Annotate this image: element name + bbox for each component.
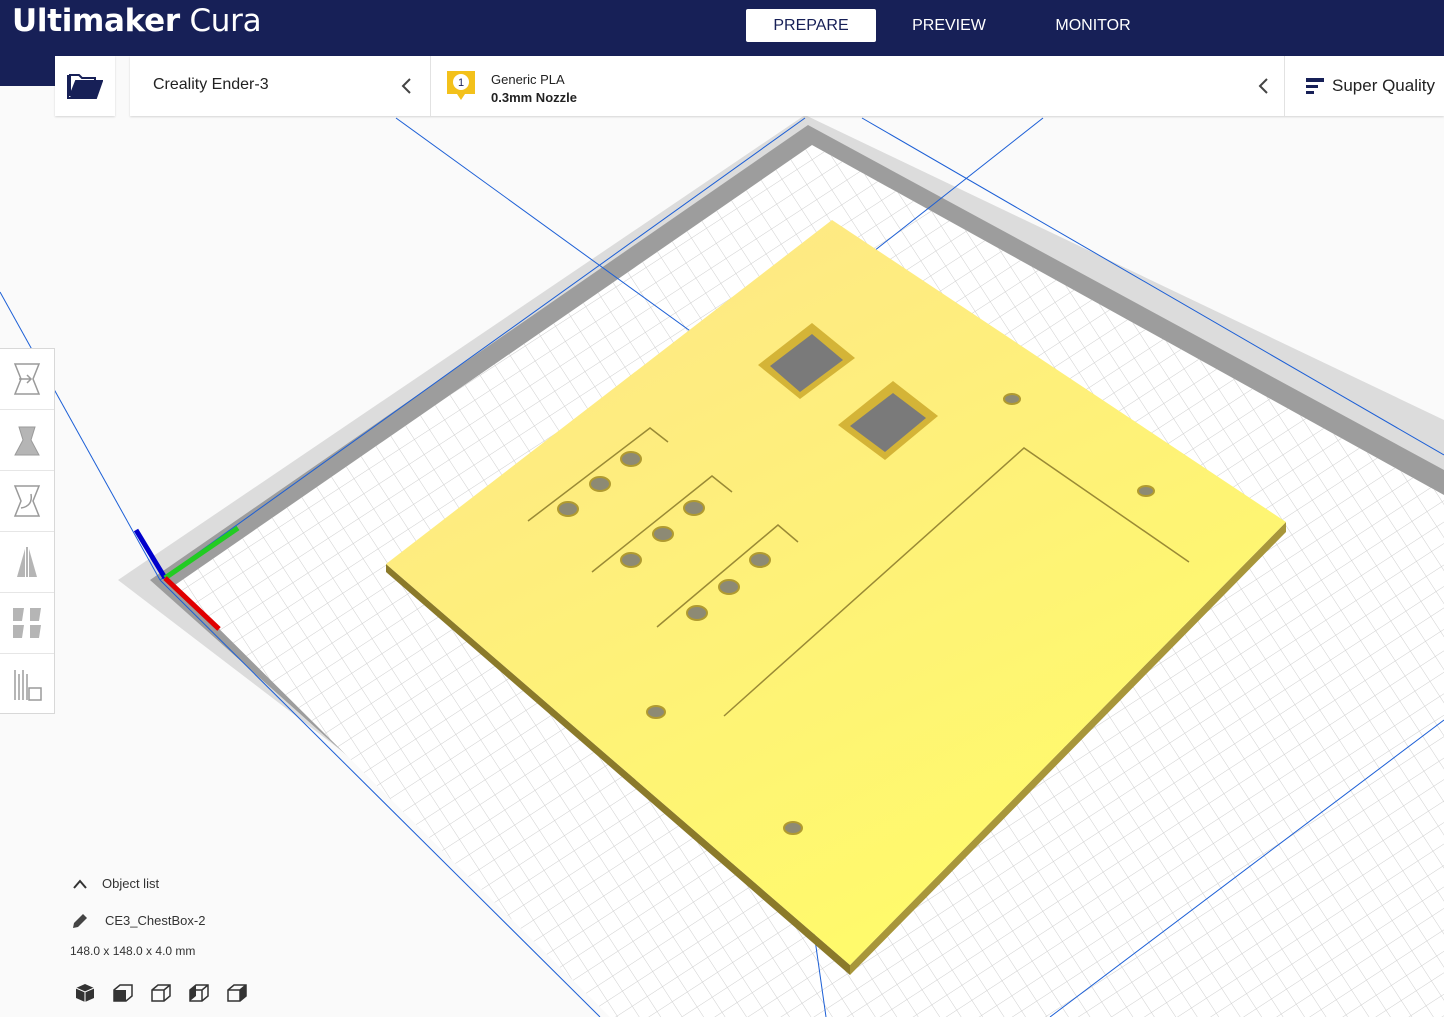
scale-tool-icon [14, 426, 40, 456]
chevron-up-icon[interactable] [72, 878, 88, 890]
tool-panel [0, 348, 55, 714]
folder-open-icon [67, 74, 103, 99]
view-front-button[interactable] [110, 980, 136, 1006]
object-list-toggle[interactable]: Object list [102, 876, 159, 891]
move-tool-icon [13, 363, 41, 395]
scale-tool-button[interactable] [0, 410, 54, 471]
mirror-tool-button[interactable] [0, 532, 54, 593]
tab-preview[interactable]: PREVIEW [884, 9, 1014, 42]
print-settings-selector[interactable]: Super Quality [1300, 56, 1444, 116]
material-name: Generic PLA [491, 72, 565, 87]
quality-label: Super Quality [1332, 76, 1435, 95]
tab-prepare[interactable]: PREPARE [746, 9, 876, 42]
app-logo: Ultimaker Cura [12, 3, 262, 39]
svg-text:1: 1 [458, 77, 464, 89]
move-tool-button[interactable] [0, 349, 54, 410]
nozzle-size: 0.3mm Nozzle [491, 90, 577, 105]
rotate-tool-icon [13, 485, 41, 517]
tab-monitor[interactable]: MONITOR [1028, 9, 1158, 42]
view-3d-button[interactable] [72, 980, 98, 1006]
3d-view-icon [75, 984, 95, 1002]
header-bar: Ultimaker Cura PREPARE PREVIEW MONITOR [0, 0, 1444, 56]
3d-viewport[interactable] [0, 0, 1444, 1017]
material-selector[interactable]: 1 Generic PLA 0.3mm Nozzle [431, 56, 1285, 116]
top-view-icon [151, 984, 171, 1002]
chevron-left-icon [1258, 78, 1268, 94]
chevron-left-icon [401, 78, 411, 94]
view-left-button[interactable] [186, 980, 212, 1006]
front-view-icon [113, 984, 133, 1002]
per-model-settings-icon [13, 608, 41, 638]
pencil-icon[interactable] [71, 912, 89, 930]
rotate-tool-button[interactable] [0, 471, 54, 532]
view-right-button[interactable] [224, 980, 250, 1006]
mirror-tool-icon [17, 547, 37, 577]
right-view-icon [227, 984, 247, 1002]
print-setup-bar: Creality Ender-3 1 Generic PLA 0.3mm Noz… [130, 56, 1444, 116]
per-model-settings-button[interactable] [0, 593, 54, 654]
printer-selector[interactable]: Creality Ender-3 [130, 56, 431, 116]
support-blocker-button[interactable] [0, 654, 54, 715]
object-name[interactable]: CE3_ChestBox-2 [105, 913, 205, 928]
view-top-button[interactable] [148, 980, 174, 1006]
printer-name: Creality Ender-3 [153, 76, 269, 93]
extruder-badge-icon: 1 [447, 71, 475, 100]
settings-list-icon [1306, 78, 1324, 94]
left-view-icon [189, 984, 209, 1002]
open-file-button[interactable] [55, 56, 115, 116]
object-dimensions: 148.0 x 148.0 x 4.0 mm [70, 944, 196, 958]
support-blocker-icon [14, 669, 42, 701]
